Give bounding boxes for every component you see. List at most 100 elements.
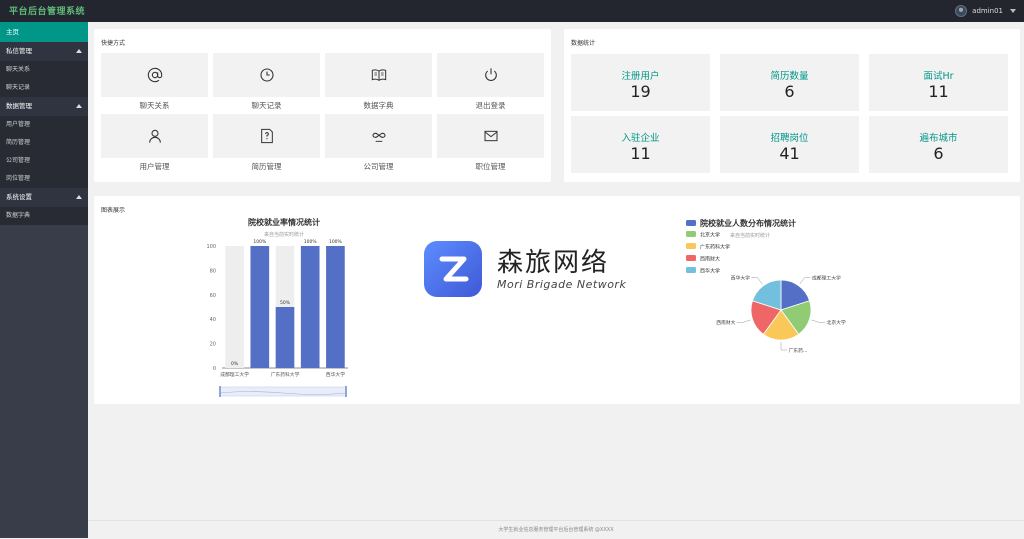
shortcut-label: 数据字典 [363, 101, 394, 110]
legend-series-marker [686, 220, 696, 226]
at-icon [147, 67, 162, 83]
stat-value: 6 [784, 82, 795, 101]
shortcut-dictionary[interactable] [325, 53, 432, 97]
pie-slice-label: 广东药... [789, 347, 808, 354]
chevron-up-icon [76, 195, 82, 199]
stat-card-users[interactable]: 注册用户 19 [571, 54, 710, 111]
stat-card-hr[interactable]: 面试Hr 11 [869, 54, 1008, 111]
stat-card-companies[interactable]: 入驻企业 11 [571, 116, 710, 173]
stat-value: 41 [779, 144, 800, 163]
pie-slice-label: 北京大学 [827, 319, 846, 326]
bar-background [225, 246, 244, 368]
sidebar: 主页 私信管理 聊天关系 聊天记录 数据管理 用户管理 简历管理 公司管理 岗位… [0, 22, 88, 538]
shortcut-users[interactable] [101, 114, 208, 158]
footer: 大学生就业信息服务管理平台后台管理系统 @XXXX [88, 520, 1024, 538]
datazoom-handle-right [345, 386, 347, 397]
shortcut-logout[interactable] [437, 53, 544, 97]
help-doc-icon [260, 128, 273, 144]
bar [250, 246, 270, 368]
watermark-logo [424, 241, 482, 297]
sidebar-item-chat-relations[interactable]: 聊天关系 [0, 61, 88, 79]
watermark-subtitle: Mori Brigade Network [497, 277, 627, 291]
stats-panel: 数据统计 注册用户 19 简历数量 6 面试Hr 11 入驻企业 11 招聘岗位… [564, 29, 1020, 182]
chart-title: 院校就业率情况统计 [248, 217, 320, 227]
y-tick-label: 0 [213, 366, 216, 372]
legend-marker [686, 267, 696, 273]
panel-title: 数据统计 [571, 40, 596, 47]
user-icon [148, 129, 161, 143]
avatar [955, 5, 968, 17]
bar-data-label: 100% [304, 239, 318, 245]
legend-label: 广东药科大学 [700, 244, 730, 251]
brand-logo-icon [439, 256, 469, 282]
shortcut-positions[interactable] [437, 114, 544, 158]
pie-label-line [751, 277, 763, 285]
bar [326, 246, 345, 368]
legend-label: 北京大学 [700, 232, 720, 239]
user-menu[interactable]: admin01 [955, 3, 1016, 19]
legend-marker [686, 243, 696, 249]
sidebar-group-settings[interactable]: 系统设置 [0, 188, 88, 207]
sidebar-group-label: 私信管理 [6, 47, 32, 55]
stat-label: 遍布城市 [919, 133, 958, 144]
stat-label: 面试Hr [923, 71, 954, 82]
pie-label-line [780, 342, 787, 351]
shortcut-label: 公司管理 [363, 162, 394, 171]
sidebar-item-dictionary[interactable]: 数据字典 [0, 207, 88, 225]
pie-slice-label: 西南财大 [716, 319, 735, 326]
book-icon [371, 69, 386, 81]
bar-data-label: 100% [253, 239, 267, 245]
bar-data-label: 100% [329, 239, 343, 245]
sidebar-group-data[interactable]: 数据管理 [0, 97, 88, 116]
shortcut-label: 聊天记录 [251, 101, 282, 110]
shortcut-chat-relations[interactable] [101, 53, 208, 97]
shortcut-label: 职位管理 [475, 162, 506, 171]
chart-subtitle: 来自当前实时统计 [730, 232, 770, 239]
employment-distribution-pie-chart: 院校就业人数分布情况统计来自当前实时统计北京大学广东药科大学西南财大西华大学成都… [686, 218, 846, 354]
sidebar-item-chat-records[interactable]: 聊天记录 [0, 79, 88, 97]
stat-card-cities[interactable]: 遍布城市 6 [869, 116, 1008, 173]
stat-value: 11 [928, 82, 949, 101]
bar-data-label: 50% [280, 300, 291, 306]
shortcuts-panel: 快捷方式 聊天关系 聊天记录 数据字典 退出登录 用户管理 简历管理 公司管理 … [94, 29, 551, 182]
watermark-title: 森旅网络 [497, 247, 610, 278]
sidebar-group-messages[interactable]: 私信管理 [0, 42, 88, 61]
sidebar-item-positions[interactable]: 岗位管理 [0, 170, 88, 188]
shortcut-resumes[interactable] [213, 114, 320, 158]
y-tick-label: 40 [210, 317, 216, 323]
pie-slice-label: 成都理工大学 [812, 274, 841, 281]
y-tick-label: 100 [206, 244, 216, 250]
shortcut-label: 简历管理 [251, 162, 282, 171]
stat-card-positions[interactable]: 招聘岗位 41 [720, 116, 859, 173]
link-icon [371, 132, 386, 142]
username: admin01 [972, 7, 1003, 15]
pie-slice-label: 西华大学 [731, 274, 750, 281]
sidebar-item-users[interactable]: 用户管理 [0, 116, 88, 134]
chart-subtitle: 来自当前实时统计 [264, 231, 304, 238]
sidebar-item-resumes[interactable]: 简历管理 [0, 134, 88, 152]
chevron-up-icon [76, 49, 82, 53]
chart-title: 院校就业人数分布情况统计 [700, 218, 796, 228]
bar-data-label: 0% [231, 361, 239, 367]
stat-value: 6 [933, 144, 944, 163]
shortcut-companies[interactable] [325, 114, 432, 158]
clock-icon [259, 68, 274, 82]
pie-label-line [811, 319, 826, 323]
shortcut-label: 退出登录 [475, 101, 506, 110]
pie-label-line [799, 277, 811, 285]
stat-label: 入驻企业 [621, 133, 660, 144]
y-tick-label: 80 [210, 268, 216, 274]
shortcut-label: 聊天关系 [139, 101, 170, 110]
panel-title: 图表展示 [101, 207, 126, 214]
sidebar-item-companies[interactable]: 公司管理 [0, 152, 88, 170]
shortcut-chat-records[interactable] [213, 53, 320, 97]
sidebar-item-home[interactable]: 主页 [0, 22, 88, 42]
stat-card-resumes[interactable]: 简历数量 6 [720, 54, 859, 111]
bar [300, 246, 320, 368]
x-tick-label: 广东药科大学 [271, 371, 300, 378]
sidebar-group-label: 数据管理 [6, 102, 32, 110]
mail-icon [484, 130, 497, 142]
datazoom-handle-left [219, 386, 221, 397]
legend-label: 西南财大 [700, 256, 720, 263]
shortcut-label: 用户管理 [139, 162, 170, 171]
